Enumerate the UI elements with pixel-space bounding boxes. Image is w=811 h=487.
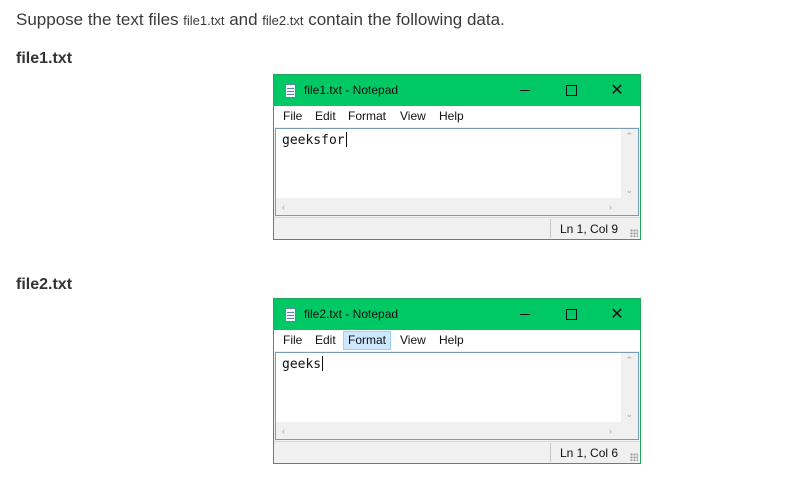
window-title: file2.txt - Notepad — [304, 307, 399, 321]
close-button[interactable]: ✕ — [594, 299, 640, 330]
menu-view[interactable]: View — [396, 331, 430, 350]
cursor-position: Ln 1, Col 9 — [560, 222, 619, 236]
maximize-icon — [565, 309, 577, 320]
editor-text: geeks — [282, 357, 322, 372]
close-icon: ✕ — [610, 81, 624, 99]
intro-paragraph: Suppose the text files file1.txt and fil… — [16, 8, 505, 33]
vertical-scrollbar[interactable]: ⌃ ⌄ — [621, 129, 638, 198]
maximize-button[interactable] — [548, 299, 594, 330]
maximize-icon — [565, 85, 577, 96]
scrollbar-corner — [621, 198, 638, 215]
status-bar: Ln 1, Col 9 — [274, 217, 640, 239]
menu-edit[interactable]: Edit — [311, 107, 340, 126]
title-bar[interactable]: file1.txt - Notepad ✕ — [274, 75, 640, 106]
scrollbar-corner — [621, 422, 638, 439]
text-caret — [322, 356, 324, 371]
cursor-position: Ln 1, Col 6 — [560, 446, 619, 460]
intro-file2-code: file2.txt — [262, 13, 304, 28]
text-editor[interactable]: geeksfor ⌃ ⌄ ‹ › — [275, 128, 639, 216]
editor-content[interactable]: geeks — [282, 356, 324, 372]
scroll-right-icon[interactable]: › — [609, 426, 612, 436]
notepad-window-file2: file2.txt - Notepad ✕ File Edit Format V… — [273, 298, 641, 464]
file2-heading: file2.txt — [16, 276, 73, 293]
scroll-up-icon[interactable]: ⌃ — [625, 355, 633, 366]
minimize-icon — [520, 90, 530, 91]
scroll-down-icon[interactable]: ⌄ — [625, 409, 633, 420]
resize-grip-icon[interactable] — [630, 453, 638, 461]
menu-bar: File Edit Format View Help — [274, 106, 640, 127]
menu-file[interactable]: File — [279, 331, 306, 350]
menu-format[interactable]: Format — [344, 107, 390, 126]
resize-grip-icon[interactable] — [630, 229, 638, 237]
horizontal-scrollbar[interactable]: ‹ › — [276, 198, 621, 215]
intro-text-3: contain the following data. — [303, 10, 505, 29]
editor-content[interactable]: geeksfor — [282, 132, 347, 148]
menu-edit[interactable]: Edit — [311, 331, 340, 350]
text-editor[interactable]: geeks ⌃ ⌄ ‹ › — [275, 352, 639, 440]
status-divider — [550, 219, 551, 238]
notepad-window-file1: file1.txt - Notepad ✕ File Edit Format V… — [273, 74, 641, 240]
scroll-down-icon[interactable]: ⌄ — [625, 185, 633, 196]
menu-format[interactable]: Format — [343, 331, 392, 350]
close-icon: ✕ — [610, 305, 624, 323]
intro-text-1: Suppose the text files — [16, 10, 184, 29]
intro-file1-code: file1.txt — [183, 13, 225, 28]
window-title: file1.txt - Notepad — [304, 83, 399, 97]
maximize-button[interactable] — [548, 75, 594, 106]
text-caret — [345, 132, 347, 147]
menu-view[interactable]: View — [396, 107, 430, 126]
minimize-icon — [520, 314, 530, 315]
vertical-scrollbar[interactable]: ⌃ ⌄ — [621, 353, 638, 422]
editor-text: geeksfor — [282, 133, 345, 148]
scroll-up-icon[interactable]: ⌃ — [625, 131, 633, 142]
notepad-icon — [285, 308, 296, 322]
status-divider — [550, 443, 551, 462]
file1-heading: file1.txt — [16, 50, 73, 67]
intro-text-2: and — [224, 10, 263, 29]
menu-help[interactable]: Help — [435, 107, 468, 126]
scroll-right-icon[interactable]: › — [609, 202, 612, 212]
menu-help[interactable]: Help — [435, 331, 468, 350]
scroll-left-icon[interactable]: ‹ — [282, 202, 285, 212]
menu-bar: File Edit Format View Help — [274, 330, 640, 351]
status-bar: Ln 1, Col 6 — [274, 441, 640, 463]
minimize-button[interactable] — [502, 75, 548, 106]
minimize-button[interactable] — [502, 299, 548, 330]
scroll-left-icon[interactable]: ‹ — [282, 426, 285, 436]
close-button[interactable]: ✕ — [594, 75, 640, 106]
notepad-icon — [285, 84, 296, 98]
horizontal-scrollbar[interactable]: ‹ › — [276, 422, 621, 439]
title-bar[interactable]: file2.txt - Notepad ✕ — [274, 299, 640, 330]
menu-file[interactable]: File — [279, 107, 306, 126]
